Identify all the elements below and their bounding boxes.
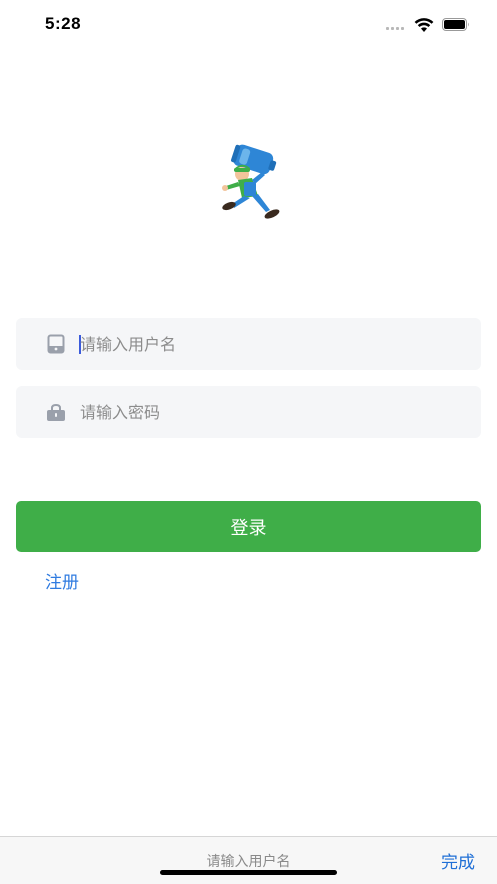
username-field[interactable]	[16, 318, 481, 370]
wifi-icon	[414, 18, 434, 32]
keyboard-accessory-bar: 请输入用户名 完成	[0, 836, 497, 884]
lock-icon	[47, 403, 65, 421]
status-bar: 5:28	[0, 0, 497, 52]
battery-icon	[442, 18, 469, 31]
phone-icon	[47, 334, 65, 354]
home-indicator[interactable]	[160, 870, 337, 875]
login-button[interactable]: 登录	[16, 501, 481, 552]
register-link[interactable]: 注册	[45, 568, 79, 593]
cellular-signal-icon	[386, 27, 404, 30]
done-button[interactable]: 完成	[441, 848, 475, 873]
accessory-hint: 请输入用户名	[206, 854, 291, 870]
password-field[interactable]	[16, 386, 481, 438]
password-input[interactable]	[80, 386, 470, 438]
username-input[interactable]	[80, 318, 470, 370]
delivery-man-logo-icon	[222, 144, 280, 219]
status-time: 5:28	[45, 14, 82, 33]
